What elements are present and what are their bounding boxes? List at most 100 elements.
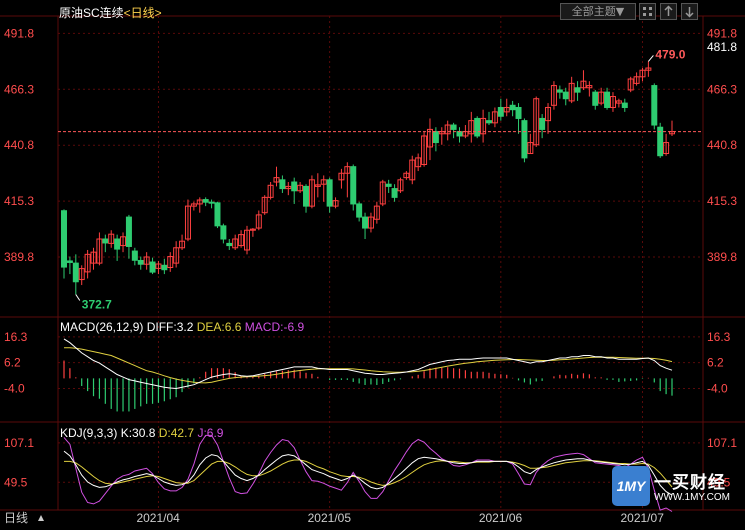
- candle-body: [214, 202, 221, 227]
- candle-body: [102, 238, 109, 244]
- candle-body: [72, 262, 79, 283]
- candle-body: [350, 166, 357, 205]
- candle-body: [137, 259, 144, 265]
- last-price-label: 481.8: [707, 40, 737, 54]
- macd-tick-left: 16.3: [4, 330, 28, 344]
- candle-body: [202, 199, 209, 203]
- candle-body: [515, 106, 522, 119]
- price-tick-left: 389.8: [4, 250, 34, 264]
- candle-body: [621, 102, 628, 108]
- price-tick-left: 491.8: [4, 26, 34, 40]
- candle-body: [486, 120, 493, 124]
- kdj-tick-left: 107.1: [4, 436, 34, 450]
- candle-body: [208, 201, 215, 204]
- price-tick-left: 440.8: [4, 138, 34, 152]
- candle-body: [509, 104, 516, 111]
- chart-stage: 491.8 491.8 466.3 466.3 440.8 440.8 415.3 415.3…: [0, 0, 745, 525]
- candle-body: [66, 260, 73, 263]
- candle-body: [114, 238, 121, 250]
- candle-body: [556, 89, 563, 93]
- high-marker-label: 479.0: [655, 47, 685, 61]
- macd-diff: DIFF:3.2: [146, 320, 194, 334]
- low-marker-label: 372.7: [82, 297, 112, 311]
- candle-body: [521, 120, 528, 159]
- candle-body: [562, 91, 569, 100]
- macd-dea: DEA:6.6: [196, 320, 242, 334]
- macd-tick-right: -4.0: [707, 382, 728, 396]
- symbol-name: 原油SC连续: [59, 6, 124, 20]
- macd-tick-right: 6.2: [707, 356, 724, 370]
- macd-legend: MACD(26,12,9) DIFF:3.2 DEA:6.6 MACD:-6.9: [60, 320, 304, 334]
- price-tick-left: 415.3: [4, 194, 34, 208]
- kdj-d: D:42.7: [158, 426, 195, 440]
- candle-body: [61, 210, 67, 268]
- candle-body: [432, 131, 439, 144]
- macd-tick-right: 16.3: [707, 330, 731, 344]
- candle-body: [161, 264, 168, 271]
- candle-body: [326, 179, 333, 207]
- kdj-d-line: [64, 459, 673, 488]
- candlestick-layer: [58, 55, 703, 301]
- macd-value: MACD:-6.9: [244, 320, 305, 334]
- candle-body: [291, 181, 298, 192]
- theme-dropdown-button[interactable]: 全部主题▼: [560, 3, 636, 20]
- high-marker-line: [648, 55, 654, 62]
- candle-body: [474, 117, 481, 137]
- candle-body: [456, 131, 463, 137]
- candle-body: [279, 179, 286, 190]
- date-tick: 2021/04: [136, 511, 180, 525]
- arrow-down-icon[interactable]: [681, 3, 698, 20]
- candle-body: [592, 91, 599, 106]
- macd-diff-line: [63, 338, 673, 390]
- candle-body: [220, 225, 227, 240]
- candle-body: [574, 87, 581, 93]
- macd-tick-left: -4.0: [4, 382, 25, 396]
- period-corner-label: 日线: [4, 511, 28, 525]
- chart-title: 原油SC连续<日线>: [59, 4, 162, 21]
- macd-name: MACD(26,12,9): [60, 320, 144, 334]
- kdj-k: K:30.8: [120, 426, 156, 440]
- price-tick-left: 466.3: [4, 82, 34, 96]
- watermark: 1MY 一买财经 WWW.1MY.COM: [612, 462, 740, 510]
- price-tick-right: 440.8: [707, 138, 737, 152]
- kdj-legend: KDJ(9,3,3) K:30.8 D:42.7 J:6.9: [60, 426, 223, 440]
- candle-body: [450, 124, 457, 130]
- kdj-k-line: [63, 450, 673, 496]
- arrow-up-icon[interactable]: [660, 3, 677, 20]
- low-marker-line: [75, 294, 81, 301]
- date-tick: 2021/07: [620, 511, 664, 525]
- macd-tick-left: 6.2: [4, 356, 21, 370]
- date-tick: 2021/06: [479, 511, 523, 525]
- candle-body: [303, 185, 310, 207]
- candle-body: [149, 261, 156, 273]
- macd-layer: [63, 338, 673, 412]
- kdj-tick-right: 107.1: [707, 436, 737, 450]
- kdj-j-line: [63, 434, 673, 512]
- watermark-logo: 1MY: [612, 466, 650, 506]
- candle-body: [356, 203, 363, 218]
- watermark-url: WWW.1MY.COM: [654, 492, 730, 503]
- price-tick-right: 389.8: [707, 250, 737, 264]
- candle-body: [385, 183, 392, 187]
- candle-body: [497, 106, 504, 117]
- price-tick-right: 491.8: [707, 26, 737, 40]
- stock-chart[interactable]: 491.8 491.8 466.3 466.3 440.8 440.8 415.3 415.3…: [0, 0, 745, 525]
- date-tick: 2021/05: [308, 511, 352, 525]
- candle-body: [391, 188, 398, 198]
- kdj-name: KDJ(9,3,3): [60, 426, 118, 440]
- candle-body: [362, 216, 369, 229]
- candle-body: [226, 242, 233, 247]
- period-label[interactable]: <日线>: [124, 6, 162, 20]
- kdj-tick-left: 49.5: [4, 475, 28, 489]
- price-tick-right: 415.3: [707, 194, 737, 208]
- candle-body: [651, 85, 658, 126]
- price-tick-right: 466.3: [707, 82, 737, 96]
- candle-body: [604, 91, 611, 108]
- grid-icon[interactable]: [639, 3, 656, 20]
- candle-body: [125, 216, 132, 247]
- watermark-name: 一买财经: [654, 473, 726, 493]
- kdj-j: J:6.9: [197, 426, 224, 440]
- macd-dea-line: [64, 347, 673, 384]
- candle-body: [539, 117, 546, 130]
- candle-body: [131, 250, 138, 261]
